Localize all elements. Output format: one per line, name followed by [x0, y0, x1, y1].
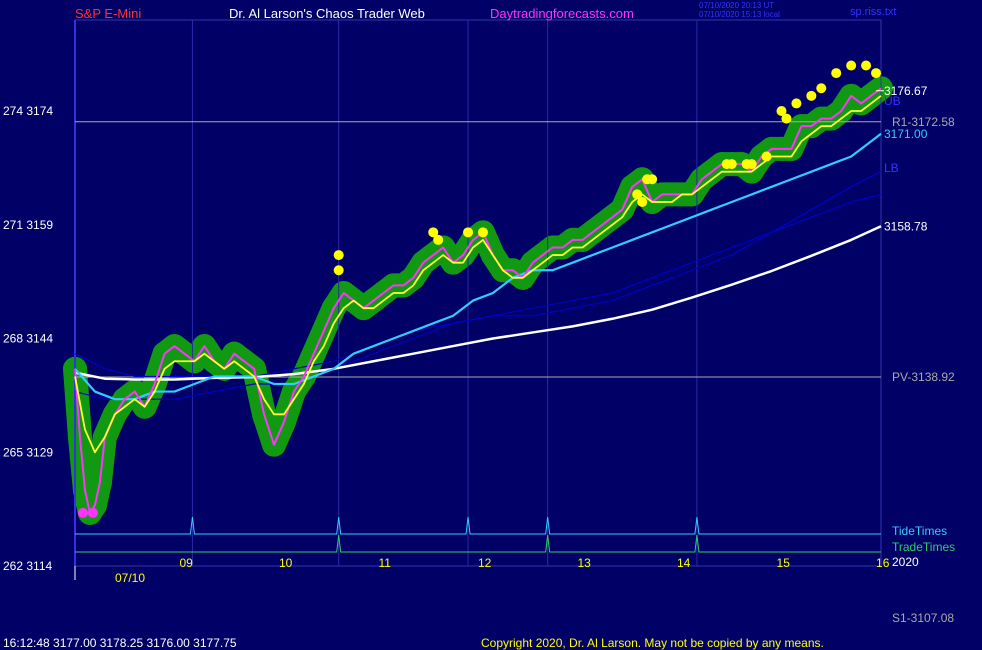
start-dot [87, 507, 98, 518]
highlight-dot [726, 159, 737, 170]
highlight-dot [637, 197, 648, 207]
outside-pivot-label: S1-3107.08 [892, 611, 954, 625]
x-tick-label: 12 [478, 556, 492, 570]
highlight-dot [831, 68, 842, 79]
y-tick-label: 274 3174 [3, 104, 53, 118]
highlight-dot [871, 68, 882, 79]
x-tick-label: 14 [677, 556, 691, 570]
grid-layer [74, 19, 882, 580]
chart: R1-3172.58PV-3138.92262 3114265 3129268 … [3, 1, 955, 650]
highlight-dot [816, 83, 827, 94]
plot-frame [74, 19, 882, 567]
x-tick-label: 15 [777, 556, 791, 570]
start-dot [77, 507, 88, 518]
highlight-dot [477, 227, 488, 238]
tide-times-label: TideTimes [892, 524, 947, 538]
price-glow-band [63, 76, 893, 525]
highlight-dot [333, 250, 344, 261]
right-value-label: UB [884, 94, 901, 108]
marks-layer [77, 60, 882, 518]
title-label: Dr. Al Larson's Chaos Trader Web [229, 6, 425, 21]
x-tick-label: 11 [378, 556, 391, 570]
highlight-dot [746, 159, 757, 170]
highlight-dot [781, 113, 792, 124]
trade-times-label: TradeTimes [892, 540, 955, 554]
local-stamp: 07/10/2020 15:13 local [699, 10, 780, 19]
highlight-dot [761, 151, 772, 162]
date-label: 07/10 [115, 571, 145, 585]
x-tick-label: 09 [179, 556, 193, 570]
highlight-dot [463, 227, 474, 238]
highlight-dot [647, 174, 658, 185]
x-tick-label: 16 [876, 556, 890, 570]
trade-times-line [75, 534, 881, 553]
year-label: 2020 [892, 555, 919, 569]
file-label: sp.riss.txt [850, 6, 896, 18]
highlight-dot [333, 265, 344, 276]
highlight-dot [846, 60, 857, 71]
y-tick-label: 271 3159 [3, 218, 53, 232]
tide-times-line [75, 516, 881, 535]
y-tick-label: 268 3144 [3, 332, 53, 346]
x-tick-label: 13 [578, 556, 592, 570]
copyright-label: Copyright 2020, Dr. Al Larson. May not b… [481, 636, 824, 650]
symbol-label: S&P E-Mini [75, 6, 141, 21]
y-tick-label: 265 3129 [3, 445, 53, 459]
highlight-dot [861, 60, 872, 71]
price-glow-layer [63, 76, 893, 525]
quote-line: 16:12:48 3177.00 3178.25 3176.00 3177.75 [3, 636, 237, 650]
utc-stamp: 07/10/2020 20:13 UT [699, 1, 774, 10]
right-value-label: LB [884, 161, 899, 175]
site-label: Daytradingforecasts.com [490, 6, 634, 21]
x-tick-label: 10 [279, 556, 293, 570]
right-value-label: 3158.78 [884, 219, 928, 233]
highlight-dot [806, 90, 817, 101]
highlight-dot [433, 234, 444, 245]
highlight-dot [791, 98, 802, 109]
y-tick-label: 262 3114 [3, 559, 52, 573]
right-value-label: 3171.00 [884, 127, 928, 141]
pivot-label: PV-3138.92 [892, 370, 955, 384]
